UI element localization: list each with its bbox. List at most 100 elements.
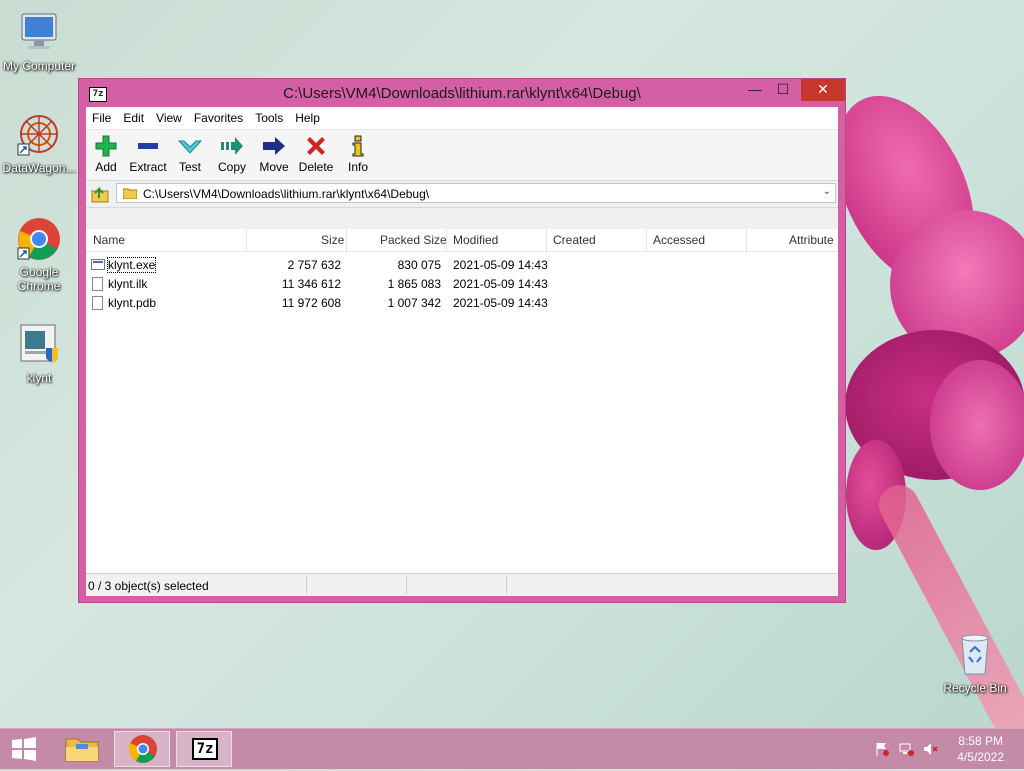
path-text: C:\Users\VM4\Downloads\lithium.rar\klynt…: [143, 187, 430, 201]
file-name: klynt.exe: [106, 257, 157, 273]
column-accessed[interactable]: Accessed: [653, 233, 705, 247]
desktop-icon-label: Recycle Bin: [943, 681, 1007, 695]
column-size[interactable]: Size: [321, 233, 344, 247]
title-bar[interactable]: 7z C:\Users\VM4\Downloads\lithium.rar\kl…: [79, 79, 845, 107]
desktop-icon-recycle-bin[interactable]: Recycle Bin: [937, 632, 1013, 695]
file-packed-size: 1 007 342: [387, 296, 441, 310]
folder-icon: [122, 187, 138, 200]
file-explorer-icon: [65, 738, 99, 762]
action-center-flag-icon[interactable]: [874, 741, 890, 757]
column-modified[interactable]: Modified: [453, 233, 498, 247]
menu-view[interactable]: View: [150, 107, 188, 125]
desktop-icon-my-computer[interactable]: My Computer: [1, 10, 77, 73]
column-headers: Name Size Packed Size Modified Created A…: [86, 229, 838, 252]
desktop-icon-klynt[interactable]: klynt: [1, 322, 77, 385]
datawagon-icon: [16, 112, 62, 158]
move-label: Move: [259, 160, 289, 174]
x-delete-icon: [294, 134, 338, 158]
menu-help[interactable]: Help: [289, 107, 326, 125]
extract-label: Extract: [129, 160, 167, 174]
add-button[interactable]: Add: [84, 134, 128, 174]
move-button[interactable]: Move: [252, 134, 296, 174]
test-button[interactable]: Test: [168, 134, 212, 174]
add-label: Add: [95, 160, 117, 174]
7zip-window: 7z C:\Users\VM4\Downloads\lithium.rar\kl…: [78, 78, 846, 603]
file-modified: 2021-05-09 14:43: [453, 296, 548, 310]
column-packed-size[interactable]: Packed Size: [380, 233, 447, 247]
taskbar: 7z 8:58 PM 4/5/2022: [0, 728, 1024, 769]
close-button[interactable]: ✕: [801, 79, 845, 101]
file-icon: [92, 277, 103, 291]
file-name: klynt.ilk: [108, 277, 148, 291]
minus-icon: [126, 134, 170, 158]
toolbar: Add Extract Test Copy Move Delete Info: [86, 130, 838, 181]
file-modified: 2021-05-09 14:43: [453, 277, 548, 291]
desktop-icon-label: klynt: [26, 371, 52, 385]
menu-file[interactable]: File: [86, 107, 117, 125]
file-size: 2 757 632: [287, 258, 341, 272]
chevron-down-icon[interactable]: ⌄: [823, 186, 831, 197]
klynt-installer-icon: [16, 322, 62, 368]
copy-label: Copy: [217, 160, 246, 174]
info-button[interactable]: Info: [336, 134, 380, 174]
plus-icon: [84, 134, 128, 158]
system-clock[interactable]: 8:58 PM 4/5/2022: [957, 733, 1004, 765]
file-packed-size: 1 865 083: [387, 277, 441, 291]
copy-arrow-icon: [210, 134, 254, 158]
file-row[interactable]: klynt.pdb 11 972 608 1 007 342 2021-05-0…: [86, 294, 838, 313]
desktop-icon-label: Google Chrome: [17, 265, 61, 293]
chrome-icon: [16, 216, 62, 262]
desktop-icon-datawagon[interactable]: DataWagon...: [1, 112, 77, 175]
menu-bar: File Edit View Favorites Tools Help: [86, 107, 838, 130]
selection-status: 0 / 3 object(s) selected: [88, 579, 209, 593]
file-icon: [92, 296, 103, 310]
file-list: Name Size Packed Size Modified Created A…: [86, 229, 838, 595]
file-row[interactable]: klynt.ilk 11 346 612 1 865 083 2021-05-0…: [86, 275, 838, 294]
file-size: 11 346 612: [281, 277, 341, 291]
menu-favorites[interactable]: Favorites: [188, 107, 249, 125]
taskbar-chrome[interactable]: [114, 731, 170, 767]
address-bar: C:\Users\VM4\Downloads\lithium.rar\klynt…: [86, 181, 838, 208]
path-combobox[interactable]: C:\Users\VM4\Downloads\lithium.rar\klynt…: [116, 183, 836, 203]
delete-label: Delete: [298, 160, 334, 174]
network-icon[interactable]: [898, 741, 914, 757]
desktop-icon-label: DataWagon...: [2, 161, 76, 175]
extract-button[interactable]: Extract: [126, 134, 170, 174]
file-row[interactable]: klynt.exe 2 757 632 830 075 2021-05-09 1…: [86, 256, 838, 275]
menu-tools[interactable]: Tools: [249, 107, 289, 125]
status-bar: 0 / 3 object(s) selected: [86, 573, 838, 596]
test-label: Test: [178, 160, 201, 174]
up-folder-button[interactable]: [90, 184, 110, 204]
computer-icon: [16, 10, 62, 56]
column-created[interactable]: Created: [553, 233, 596, 247]
file-size: 11 972 608: [281, 296, 341, 310]
column-name[interactable]: Name: [93, 233, 125, 247]
chrome-icon: [128, 735, 157, 763]
start-button[interactable]: [0, 731, 48, 767]
clock-time: 8:58 PM: [958, 734, 1003, 748]
menu-edit[interactable]: Edit: [117, 107, 150, 125]
info-icon: [336, 134, 380, 158]
column-attributes[interactable]: Attribute: [789, 233, 834, 247]
checkmark-icon: [168, 134, 212, 158]
delete-button[interactable]: Delete: [294, 134, 338, 174]
speaker-muted-icon[interactable]: [922, 741, 938, 757]
recycle-bin-icon: [952, 632, 998, 678]
file-name: klynt.pdb: [108, 296, 157, 310]
taskbar-7zip[interactable]: 7z: [176, 731, 232, 767]
exe-file-icon: [91, 259, 105, 270]
file-modified: 2021-05-09 14:43: [453, 258, 548, 272]
info-label: Info: [347, 160, 368, 174]
7zip-icon: 7z: [192, 738, 218, 760]
copy-button[interactable]: Copy: [210, 134, 254, 174]
arrow-right-icon: [252, 134, 296, 158]
windows-logo-icon: [12, 737, 36, 761]
desktop-icon-google-chrome[interactable]: Google Chrome: [1, 216, 77, 293]
minimize-button[interactable]: —: [741, 79, 769, 101]
window-title: C:\Users\VM4\Downloads\lithium.rar\klynt…: [283, 85, 641, 102]
maximize-button[interactable]: ☐: [769, 79, 797, 101]
window-client: File Edit View Favorites Tools Help Add Extra…: [86, 107, 838, 596]
desktop-icon-label: My Computer: [2, 59, 76, 73]
taskbar-file-explorer[interactable]: [54, 731, 110, 767]
clock-date: 4/5/2022: [957, 750, 1004, 764]
